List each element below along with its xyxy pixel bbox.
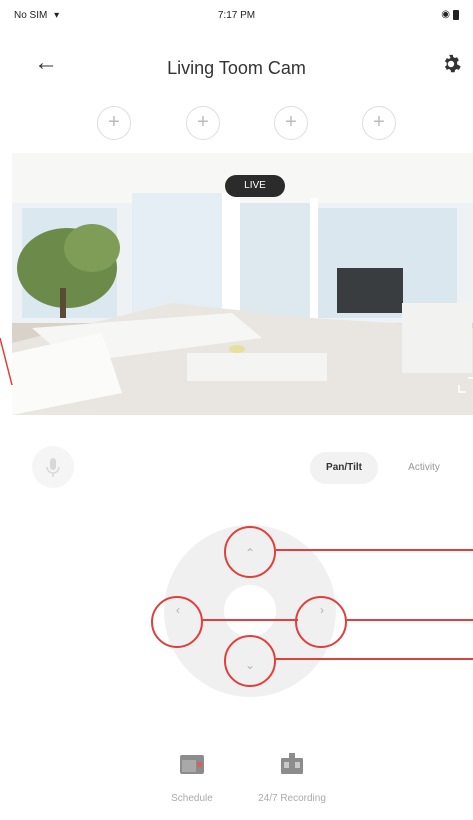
fullscreen-icon[interactable] bbox=[458, 376, 473, 394]
preset-add-button-2[interactable]: + bbox=[186, 106, 220, 140]
status-time: 7:17 PM bbox=[217, 10, 256, 21]
preset-row: + + + + bbox=[0, 106, 473, 142]
location-icon: ◉ bbox=[441, 9, 450, 20]
annotation-line-left bbox=[0, 337, 13, 386]
status-bar: No SIM ▾ 7:17 PM ◉ bbox=[0, 0, 473, 34]
nav-bar: ← Living Toom Cam bbox=[0, 42, 473, 88]
live-video-feed[interactable]: LIVE bbox=[12, 153, 473, 415]
callout-line-down bbox=[276, 658, 473, 660]
recording-label: 24/7 Recording bbox=[258, 793, 326, 804]
status-right: ◉ bbox=[441, 9, 459, 20]
microphone-icon bbox=[46, 458, 60, 477]
callout-line-right bbox=[347, 619, 473, 621]
preset-add-button-4[interactable]: + bbox=[362, 106, 396, 140]
microphone-button[interactable] bbox=[32, 446, 74, 488]
dpad-center bbox=[224, 585, 276, 637]
highlight-right bbox=[295, 596, 347, 648]
live-badge: LIVE bbox=[225, 175, 285, 197]
battery-icon bbox=[453, 9, 459, 20]
recording-button[interactable]: 24/7 Recording bbox=[247, 752, 337, 804]
highlight-down bbox=[224, 635, 276, 687]
preset-add-button-3[interactable]: + bbox=[274, 106, 308, 140]
gear-icon[interactable] bbox=[440, 53, 462, 75]
schedule-label: Schedule bbox=[171, 793, 213, 804]
tab-pan-tilt[interactable]: Pan/Tilt bbox=[310, 452, 378, 484]
callout-line-middle bbox=[203, 619, 298, 621]
schedule-button[interactable]: Schedule bbox=[147, 752, 237, 804]
callout-line-up bbox=[276, 549, 473, 551]
page-title: Living Toom Cam bbox=[167, 58, 306, 78]
recording-icon bbox=[281, 753, 303, 774]
tab-activity[interactable]: Activity bbox=[392, 452, 456, 484]
calendar-icon bbox=[180, 755, 204, 774]
preset-add-button-1[interactable]: + bbox=[97, 106, 131, 140]
highlight-up bbox=[224, 526, 276, 578]
highlight-left bbox=[151, 596, 203, 648]
